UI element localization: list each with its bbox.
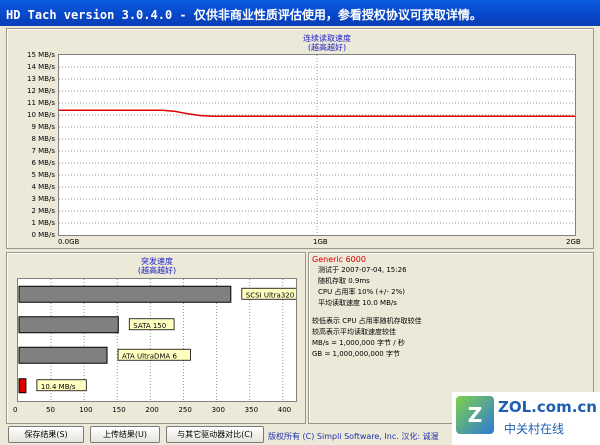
legend-info: 较低表示 CPU 占用率随机存取较佳 较高表示平均读取速度较佳 MB/s = 1… [312, 316, 422, 360]
seq-x-tick: 0.0GB [58, 238, 80, 246]
seq-y-tick: 0 MB/s [31, 231, 55, 239]
burst-bar [18, 346, 108, 364]
seq-y-tick: 11 MB/s [27, 99, 55, 107]
burst-label-text: ATA UltraDMA 6 [122, 352, 177, 360]
burst-x-tick: 0 [13, 406, 18, 414]
burst-bar [18, 285, 232, 303]
burst-x-tick: 400 [277, 406, 292, 414]
save-results-button[interactable]: 保存结果(S) [8, 426, 84, 443]
seq-x-tick: 1GB [313, 238, 328, 246]
burst-plot: SCSI Ultra320 SATA 150 ATA UltraDMA 6 10.4 … [17, 278, 297, 402]
burst-x-tick: 150 [112, 406, 126, 414]
burst-bar-label: 10.4 MB/s [36, 379, 87, 392]
burst-bar-label: SATA 150 [128, 318, 175, 331]
seq-read-chart [59, 55, 575, 235]
burst-chart: SCSI Ultra320 SATA 150 ATA UltraDMA 6 10.4 … [18, 279, 296, 401]
seq-read-plot [58, 54, 576, 236]
copyright-footer: 版权所有 (C) Simpli Software, Inc. 汉化: 诚渥 [268, 432, 439, 441]
legend-line-4: GB = 1,000,000,000 字节 [312, 350, 400, 358]
burst-chart-title-line2: (越高越好) [137, 266, 177, 275]
burst-x-tick: 300 [211, 406, 225, 414]
zol-brand: ZOL.com.cn [498, 398, 597, 416]
seq-y-tick: 8 MB/s [31, 135, 55, 143]
info-line-access: 随机存取 0.9ms [318, 277, 370, 285]
zol-logo-icon: Z [456, 396, 494, 434]
info-line-cpu: CPU 占用率 10% (+/- 2%) [318, 288, 406, 296]
seq-y-tick: 1 MB/s [31, 219, 55, 227]
seq-y-tick: 14 MB/s [27, 63, 55, 71]
seq-y-tick: 5 MB/s [31, 171, 55, 179]
info-line-date: 测试于 2007-07-04, 15:26 [318, 266, 407, 274]
seq-y-tick: 15 MB/s [27, 51, 55, 59]
legend-line-2: 较高表示平均读取速度较佳 [312, 328, 396, 336]
seq-y-tick: 12 MB/s [27, 87, 55, 95]
seq-y-tick: 4 MB/s [31, 183, 55, 191]
window-title: HD Tach version 3.0.4.0 - 仅供非商业性质评估使用，参看… [0, 0, 600, 26]
seq-chart-title: 连续读取速度 (越高越好) [207, 34, 447, 52]
burst-x-tick: 250 [178, 406, 192, 414]
burst-bar-label: SCSI Ultra320 [241, 287, 296, 300]
seq-y-tick: 7 MB/s [31, 147, 55, 155]
hdtach-window: HD Tach version 3.0.4.0 - 仅供非商业性质评估使用，参看… [0, 0, 600, 445]
seq-y-tick: 3 MB/s [31, 195, 55, 203]
seq-chart-title-line2: (越高越好) [307, 43, 347, 52]
burst-label-text: SATA 150 [133, 322, 166, 330]
seq-y-tick: 2 MB/s [31, 207, 55, 215]
seq-y-tick: 10 MB/s [27, 111, 55, 119]
burst-x-tick: 350 [244, 406, 259, 414]
info-line-avg: 平均读取速度 10.0 MB/s [318, 299, 397, 307]
upload-results-button[interactable]: 上传结果(U) [90, 426, 160, 443]
burst-x-tick: 100 [79, 406, 93, 414]
burst-bar-label: ATA UltraDMA 6 [117, 348, 191, 361]
burst-label-text: 10.4 MB/s [41, 383, 76, 391]
burst-x-tick: 200 [145, 406, 159, 414]
burst-chart-title-line1: 突发速度 [141, 257, 173, 266]
legend-line-1: 较低表示 CPU 占用率随机存取较佳 [312, 317, 422, 325]
legend-line-3: MB/s = 1,000,000 字节 / 秒 [312, 339, 405, 347]
burst-bar [18, 378, 27, 394]
drive-name: Generic 6000 [312, 255, 366, 264]
burst-label-text: SCSI Ultra320 [246, 291, 294, 299]
burst-chart-title: 突发速度 (越高越好) [87, 257, 227, 275]
seq-y-tick: 9 MB/s [31, 123, 55, 131]
seq-y-tick: 13 MB/s [27, 75, 55, 83]
zol-watermark: Z ZOL.com.cn 中关村在线 [452, 392, 600, 445]
zol-sub: 中关村在线 [504, 422, 565, 436]
burst-x-tick: 50 [46, 406, 56, 414]
seq-chart-title-line1: 连续读取速度 [303, 34, 351, 43]
burst-bar [18, 316, 119, 334]
compare-drives-button[interactable]: 与其它驱动器对比(C) [166, 426, 264, 443]
seq-x-tick: 2GB [566, 238, 581, 246]
seq-y-tick: 6 MB/s [31, 159, 55, 167]
drive-info: Generic 6000 测试于 2007-07-04, 15:26 随机存取 … [312, 254, 407, 309]
